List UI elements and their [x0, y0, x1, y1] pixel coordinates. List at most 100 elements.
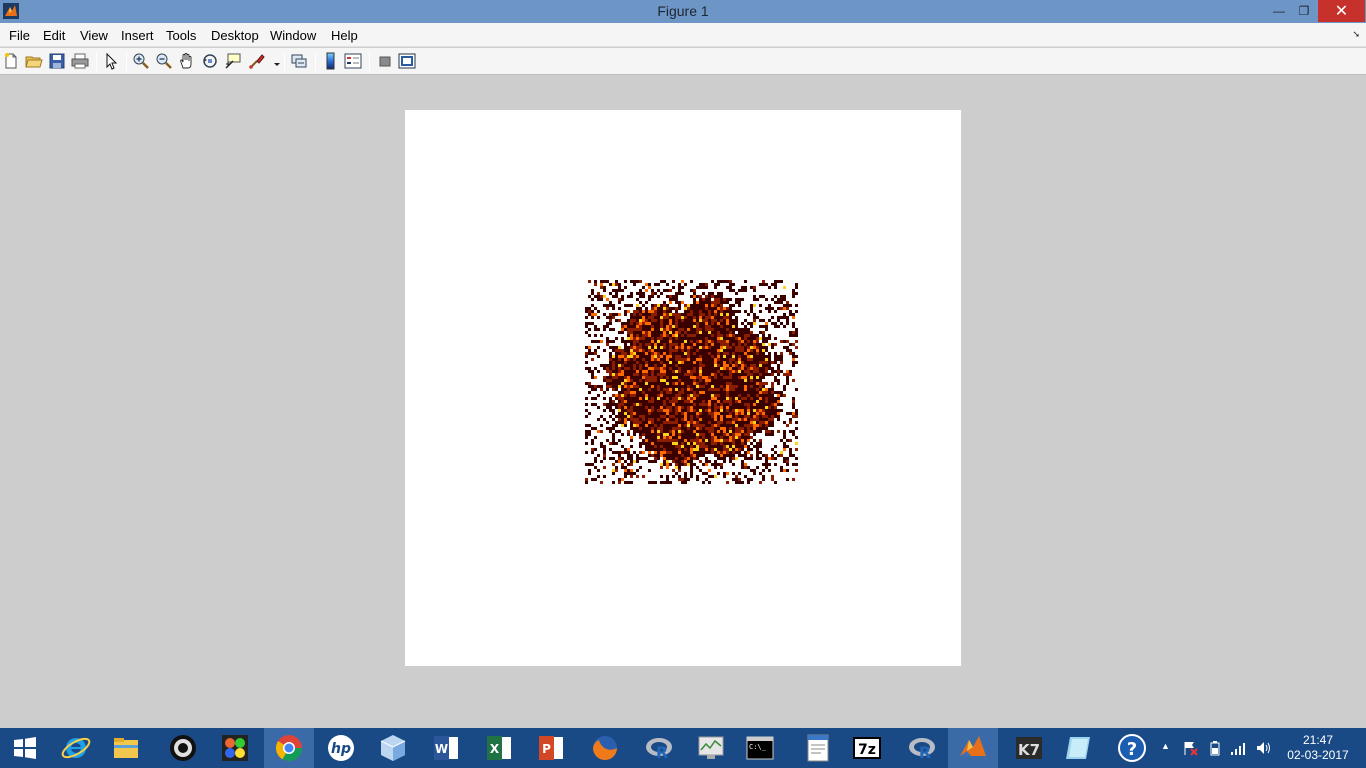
insert-colorbar-icon[interactable]	[322, 52, 340, 70]
cluster-pixel	[753, 298, 756, 301]
cluster-pixel	[669, 358, 672, 361]
system-clock[interactable]: 21:47 02-03-2017	[1280, 733, 1356, 763]
photo-app-icon[interactable]	[210, 728, 260, 768]
cluster-pixel	[612, 472, 615, 475]
pan-hand-icon[interactable]	[178, 52, 196, 70]
cluster-pixel	[666, 400, 669, 403]
brush-icon[interactable]	[248, 52, 266, 70]
figure-canvas[interactable]	[405, 110, 961, 666]
cluster-pixel	[645, 457, 648, 460]
menu-help[interactable]: Help	[331, 28, 358, 43]
network-signal-icon[interactable]	[1230, 740, 1246, 759]
save-icon[interactable]	[48, 52, 66, 70]
menu-view[interactable]: View	[80, 28, 108, 43]
rotate-3d-icon[interactable]	[201, 52, 219, 70]
dock-arrow-icon[interactable]: ➘	[1352, 29, 1360, 40]
zoom-out-icon[interactable]	[155, 52, 173, 70]
text-editor-icon[interactable]	[793, 728, 843, 768]
cluster-pixel	[723, 457, 726, 460]
data-cursor-icon[interactable]	[224, 52, 242, 70]
cluster-pixel	[741, 373, 744, 376]
cluster-pixel	[690, 364, 693, 367]
excel-icon[interactable]: X	[474, 728, 524, 768]
cluster-pixel	[645, 409, 648, 412]
brush-dropdown-icon[interactable]	[268, 52, 280, 70]
cluster-pixel	[741, 418, 744, 421]
cluster-pixel	[675, 418, 678, 421]
cluster-pixel	[639, 394, 642, 397]
battery-icon[interactable]	[1207, 740, 1223, 759]
close-button[interactable]: ✕	[1318, 0, 1365, 22]
k7-antivirus-icon[interactable]: K7	[1004, 728, 1054, 768]
cluster-pixel	[756, 337, 759, 340]
menu-edit[interactable]: Edit	[43, 28, 65, 43]
cluster-pixel	[684, 436, 687, 439]
cluster-pixel	[654, 346, 657, 349]
cube-app-icon[interactable]	[368, 728, 418, 768]
cluster-pixel	[648, 283, 651, 286]
windows-start-icon[interactable]	[0, 728, 50, 768]
restore-button[interactable]: ❐	[1291, 0, 1317, 22]
cluster-pixel	[744, 340, 747, 343]
7zip-icon[interactable]: 7z	[842, 728, 892, 768]
action-center-flag-icon[interactable]	[1182, 740, 1198, 759]
cluster-pixel	[759, 367, 762, 370]
new-figure-icon[interactable]	[2, 52, 20, 70]
matlab-icon[interactable]	[948, 728, 998, 768]
cluster-pixel	[684, 397, 687, 400]
cluster-pixel	[660, 367, 663, 370]
powerpoint-icon[interactable]: P	[526, 728, 576, 768]
cluster-pixel	[675, 298, 678, 301]
cluster-pixel	[696, 427, 699, 430]
chrome-icon[interactable]	[264, 728, 314, 768]
open-file-icon[interactable]	[25, 52, 43, 70]
cluster-pixel	[633, 379, 636, 382]
tray-chevron-icon[interactable]: ▲	[1161, 741, 1170, 751]
show-plot-tools-icon[interactable]	[398, 52, 416, 70]
r-studio-icon[interactable]: R	[897, 728, 947, 768]
cluster-pixel	[759, 343, 762, 346]
cluster-pixel	[666, 409, 669, 412]
menu-insert[interactable]: Insert	[121, 28, 154, 43]
cluster-pixel	[624, 340, 627, 343]
cluster-pixel	[678, 319, 681, 322]
cluster-pixel	[594, 388, 597, 391]
edit-plot-arrow-icon[interactable]	[102, 52, 120, 70]
minimize-button[interactable]: —	[1266, 0, 1292, 22]
word-icon[interactable]: W	[421, 728, 471, 768]
cluster-pixel	[711, 415, 714, 418]
hp-icon[interactable]: hp	[316, 728, 366, 768]
internet-explorer-icon[interactable]	[51, 728, 101, 768]
menu-desktop[interactable]: Desktop	[211, 28, 259, 43]
print-icon[interactable]	[71, 52, 89, 70]
cluster-pixel	[585, 361, 588, 364]
cluster-pixel	[597, 298, 600, 301]
help-icon[interactable]: ?	[1107, 728, 1157, 768]
volume-icon[interactable]	[1255, 740, 1271, 759]
hide-plot-tools-icon[interactable]	[376, 52, 394, 70]
menu-window[interactable]: Window	[270, 28, 316, 43]
cluster-pixel	[603, 451, 606, 454]
cluster-pixel	[720, 442, 723, 445]
cluster-pixel	[714, 373, 717, 376]
menu-file[interactable]: File	[9, 28, 30, 43]
cluster-pixel	[627, 355, 630, 358]
cluster-pixel	[672, 349, 675, 352]
menu-tools[interactable]: Tools	[166, 28, 196, 43]
cluster-pixel	[630, 385, 633, 388]
r-icon[interactable]: R	[634, 728, 684, 768]
camera-app-icon[interactable]	[158, 728, 208, 768]
firefox-icon[interactable]	[580, 728, 630, 768]
cluster-pixel	[699, 310, 702, 313]
cluster-pixel	[708, 367, 711, 370]
cluster-pixel	[675, 313, 678, 316]
cluster-pixel	[621, 445, 624, 448]
command-prompt-icon[interactable]: C:\_	[735, 728, 785, 768]
zoom-in-icon[interactable]	[132, 52, 150, 70]
glass-app-icon[interactable]	[1053, 728, 1103, 768]
link-plot-icon[interactable]	[290, 52, 308, 70]
cluster-pixel	[666, 295, 669, 298]
resource-monitor-icon[interactable]	[686, 728, 736, 768]
file-explorer-icon[interactable]	[101, 728, 151, 768]
insert-legend-icon[interactable]	[344, 52, 362, 70]
